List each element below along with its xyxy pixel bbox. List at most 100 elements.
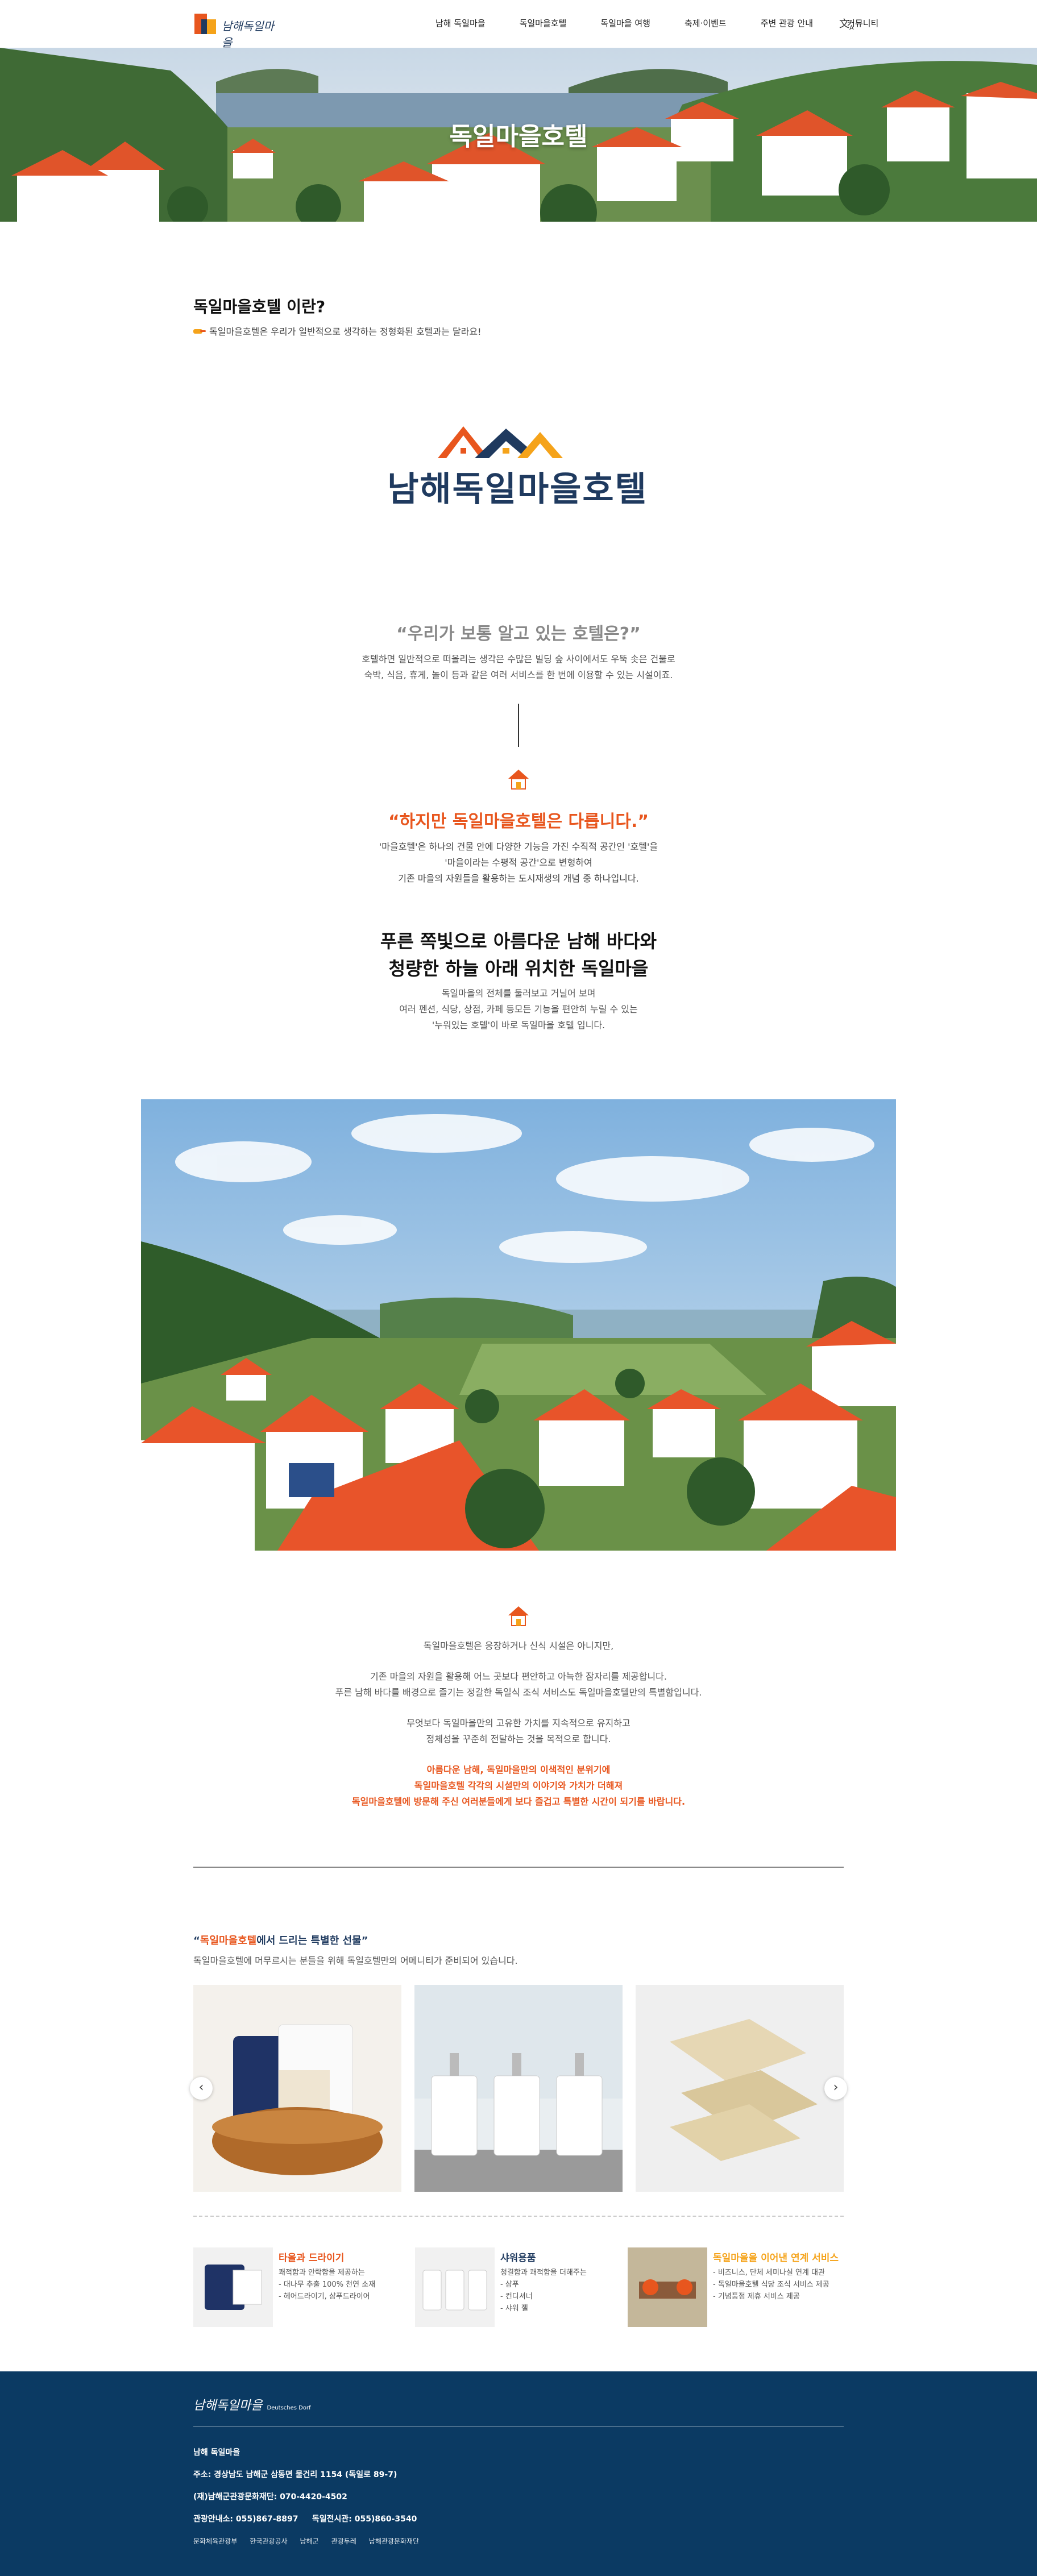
intro-title: 독일마을호텔 이란? — [193, 297, 326, 316]
description-line: 정체성을 꾸준히 전달하는 것을 목적으로 합니다. — [426, 1734, 611, 1744]
nav-item-hotel[interactable]: 독일마을호텔 — [520, 17, 567, 29]
description-line: 아름다운 남해, 독일마을만의 이색적인 분위기에 — [426, 1764, 611, 1775]
emphasis-line: '마을이라는 수평적 공간'으로 변형하여 — [445, 857, 592, 868]
carousel-next-button[interactable]: › — [824, 2077, 847, 2100]
footer-logo[interactable]: 남해독일마을 Deutsches Dorf — [193, 2395, 311, 2413]
hero-banner: 독일마을호텔 — [0, 48, 1037, 222]
partner-logos: 문화체육관광부 한국관광공사 남해군 관광두레 남해관광문화재단 — [193, 2536, 419, 2546]
partner-logo[interactable]: 관광두레 — [331, 2536, 356, 2546]
description-line: 독일마을호텔 각각의 시설만의 이야기와 가치가 더해져 — [414, 1780, 623, 1791]
description-paragraph: 무엇보다 독일마을만의 고유한 가치를 지속적으로 유지하고 정체성을 꾸준히 … — [0, 1715, 1037, 1747]
translate-icon[interactable]: 文A — [839, 16, 854, 32]
gifts-title-suffix: 에서 드리는 특별한 선물” — [256, 1935, 368, 1947]
amenity-line: - 대나무 추출 100% 천연 소재 — [279, 2280, 376, 2289]
amenity-title: 샤워용품 — [500, 2253, 536, 2264]
footer-info: 남해 독일마을 주소: 경상남도 남해군 삼동면 물건리 1154 (독일로 8… — [193, 2442, 417, 2531]
dashed-divider — [193, 2216, 844, 2217]
description-paragraph: 기존 마을의 자원을 활용해 어느 곳보다 편안하고 아늑한 잠자리를 제공합니… — [0, 1669, 1037, 1701]
description-highlight: 아름다운 남해, 독일마을만의 이색적인 분위기에 독일마을호텔 각각의 시설만… — [0, 1762, 1037, 1810]
amenity-item-towel: 타올과 드라이기 쾌적함과 안락함을 제공하는 - 대나무 추출 100% 천연… — [193, 2247, 398, 2327]
partner-logo[interactable]: 남해관광문화재단 — [369, 2536, 419, 2546]
description-line: 기존 마을의 자원을 활용해 어느 곳보다 편안하고 아늑한 잠자리를 제공합니… — [370, 1671, 667, 1682]
amenity-card-brochure[interactable] — [636, 1985, 844, 2192]
section-divider — [193, 1867, 844, 1868]
description-line: 독일마을호텔에 방문해 주신 여러분들에게 보다 즐겁고 특별한 시간이 되기를… — [351, 1796, 686, 1807]
partner-logo[interactable]: 한국관광공사 — [250, 2536, 287, 2546]
nav-item-travel[interactable]: 독일마을 여행 — [600, 17, 650, 29]
question-line: 숙박, 식음, 휴게, 놀이 등과 같은 여러 서비스를 한 번에 이용할 수 … — [364, 670, 673, 680]
footer-info-line: 관광안내소: 055)867-8897 독일전시관: 055)860-3540 — [193, 2515, 417, 2524]
intro-subtitle: 독일마을호텔은 우리가 일반적으로 생각하는 정형화된 호텔과는 달라요! — [209, 326, 482, 337]
hotel-brand-logo: 남해독일마을호텔 — [375, 418, 659, 521]
amenity-desc: 청결함과 쾌적함을 더해주는 - 샴푸 - 컨디셔너 - 샤워 젤 — [500, 2267, 587, 2315]
sea-sky-line: 독일마을의 전체를 둘러보고 거닐어 보며 — [441, 988, 596, 999]
nav-item-festival[interactable]: 축제·이벤트 — [685, 17, 727, 29]
amenity-title: 타올과 드라이기 — [279, 2253, 345, 2264]
sea-sky-title-line: 푸른 쪽빛으로 아름다운 남해 바다와 — [380, 930, 657, 952]
amenity-item-shower: 샤워용품 청결함과 쾌적함을 더해주는 - 샴푸 - 컨디셔너 - 샤워 젤 — [415, 2247, 620, 2327]
emphasis-line: 기존 마을의 자원들을 활용하는 도시재생의 개념 중 하나입니다. — [398, 873, 639, 884]
footer-logo-text: 남해독일마을 — [193, 2399, 263, 2413]
amenity-line: - 비즈니스, 단체 세미나실 연계 대관 — [713, 2268, 825, 2277]
question-line: 호텔하면 일반적으로 떠올리는 생각은 수많은 빌딩 숲 사이에서도 우뚝 솟은… — [362, 654, 675, 664]
vertical-divider — [518, 704, 519, 747]
amenity-thumb — [628, 2247, 707, 2327]
emphasis-title: “하지만 독일마을호텔은 다릅니다.” — [388, 812, 649, 832]
amenity-item-services: 독일마을을 이어낸 연계 서비스 - 비즈니스, 단체 세미나실 연계 대관 -… — [628, 2247, 844, 2327]
footer-info-line: 남해 독일마을 — [193, 2448, 240, 2457]
footer-logo-small: Deutsches Dorf — [267, 2405, 311, 2411]
site-logo[interactable]: 남해독일마을 — [193, 10, 284, 49]
question-body: 호텔하면 일반적으로 떠올리는 생각은 수많은 빌딩 숲 사이에서도 우뚝 솟은… — [0, 651, 1037, 683]
amenity-line: - 샴푸 — [500, 2280, 519, 2289]
carousel-prev-button[interactable]: ‹ — [190, 2077, 213, 2100]
sea-sky-line: 여러 펜션, 식당, 상점, 카페 등모든 기능을 편안히 누릴 수 있는 — [399, 1004, 638, 1015]
hotel-description: 독일마을호텔은 웅장하거나 신식 시설은 아니지만, 기존 마을의 자원을 활용… — [0, 1638, 1037, 1825]
house-icon — [508, 1606, 529, 1626]
sea-sky-line: '누워있는 호텔'이 바로 독일마을 호텔 입니다. — [432, 1020, 605, 1031]
partner-logo[interactable]: 남해군 — [300, 2536, 319, 2546]
brochure-image — [636, 1985, 844, 2192]
village-panorama-image — [141, 1099, 896, 1551]
gifts-title-highlight: 독일마을호텔 — [200, 1935, 257, 1947]
description-line: 독일마을호텔은 웅장하거나 신식 시설은 아니지만, — [423, 1640, 614, 1651]
site-footer: 남해독일마을 Deutsches Dorf 남해 독일마을 주소: 경상남도 남해… — [0, 2371, 1037, 2576]
amenity-desc: 쾌적함과 안락함을 제공하는 - 대나무 추출 100% 천연 소재 - 헤어드… — [279, 2267, 375, 2303]
gifts-subtitle: 독일마을호텔에 머무르시는 분들을 위해 독일호텔만의 어메니티가 준비되어 있… — [193, 1955, 518, 1966]
hotel-brand-text: 남해독일마을호텔 — [387, 470, 648, 509]
site-header: 남해독일마을 남해 독일마을 독일마을호텔 독일마을 여행 축제·이벤트 주변 … — [0, 0, 1037, 49]
amenity-line: 쾌적함과 안락함을 제공하는 — [279, 2268, 365, 2277]
description-paragraph: 독일마을호텔은 웅장하거나 신식 시설은 아니지만, — [0, 1638, 1037, 1654]
amenity-line: - 독일마을호텔 식당 조식 서비스 제공 — [713, 2280, 829, 2289]
amenity-card-shower[interactable] — [414, 1985, 623, 2192]
sea-sky-title-line: 청량한 하늘 아래 위치한 독일마을 — [388, 958, 649, 979]
amenity-carousel: ‹ › — [190, 1985, 847, 2192]
footer-divider — [193, 2426, 844, 2427]
amenity-desc: - 비즈니스, 단체 세미나실 연계 대관 - 독일마을호텔 식당 조식 서비스… — [713, 2267, 829, 2303]
nav-item-village[interactable]: 남해 독일마을 — [435, 17, 486, 29]
amenity-line: - 헤어드라이기, 샴푸드라이어 — [279, 2292, 370, 2301]
amenity-line: - 샤워 젤 — [500, 2304, 528, 2313]
towel-basket-image — [193, 1985, 401, 2192]
footer-info-line: 주소: 경상남도 남해군 삼동면 물건리 1154 (독일로 89-7) — [193, 2470, 397, 2479]
gifts-title: “독일마을호텔에서 드리는 특별한 선물” — [193, 1933, 368, 1947]
gifts-title-prefix: “ — [193, 1935, 200, 1947]
shower-products-image — [414, 1985, 623, 2192]
amenity-card-towel[interactable] — [193, 1985, 401, 2192]
sea-sky-body: 독일마을의 전체를 둘러보고 거닐어 보며 여러 펜션, 식당, 상점, 카페 … — [0, 986, 1037, 1033]
amenity-thumb — [415, 2247, 495, 2327]
logo-text: 남해독일마을 — [222, 19, 274, 49]
description-line: 푸른 남해 바다를 배경으로 즐기는 정갈한 독일식 조식 서비스도 독일마을호… — [335, 1687, 702, 1698]
hero-title: 독일마을호텔 — [449, 122, 588, 151]
description-line: 무엇보다 독일마을만의 고유한 가치를 지속적으로 유지하고 — [406, 1718, 631, 1729]
partner-logo[interactable]: 문화체육관광부 — [193, 2536, 237, 2546]
amenity-line: 청결함과 쾌적함을 더해주는 — [500, 2268, 587, 2277]
intro-subtitle-row: 독일마을호텔은 우리가 일반적으로 생각하는 정형화된 호텔과는 달라요! — [193, 324, 482, 338]
amenity-line: - 컨디셔너 — [500, 2292, 533, 2301]
nav-item-tourism[interactable]: 주변 관광 안내 — [761, 17, 813, 29]
emphasis-body: '마을호텔'은 하나의 건물 안에 다양한 기능을 가진 수직적 공간인 '호텔… — [0, 839, 1037, 887]
hand-pointer-icon — [193, 329, 206, 334]
logo-mark-icon — [194, 14, 216, 34]
emphasis-line: '마을호텔'은 하나의 건물 안에 다양한 기능을 가진 수직적 공간인 '호텔… — [379, 841, 658, 852]
amenity-thumb — [193, 2247, 273, 2327]
house-icon — [508, 770, 529, 790]
